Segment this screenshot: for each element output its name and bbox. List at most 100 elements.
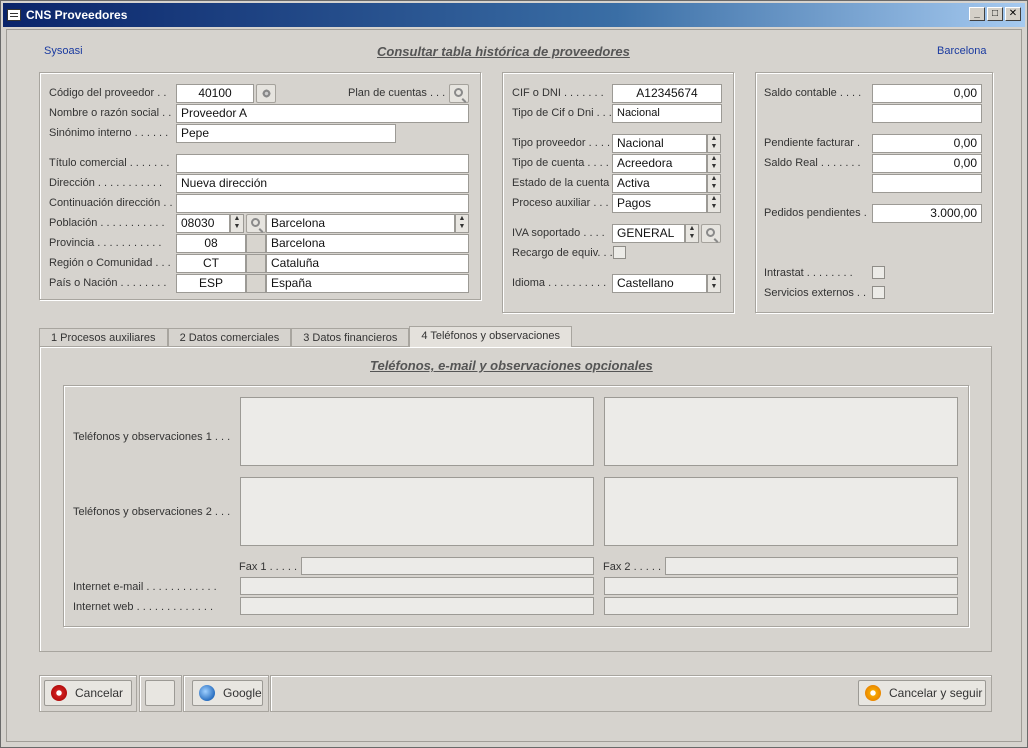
region-code-field[interactable]: CT: [176, 254, 246, 273]
vat-field[interactable]: GENERAL: [612, 224, 685, 243]
tab-datos-financieros[interactable]: 3 Datos financieros: [291, 328, 410, 347]
google-button-label: Google: [223, 686, 262, 700]
synonym-field[interactable]: Pepe: [176, 124, 396, 143]
region-lookup-button[interactable]: [246, 254, 266, 273]
continue-icon: [865, 685, 881, 701]
search-icon: [454, 88, 463, 97]
cif-type-label: Tipo de Cif o Dni . . .: [512, 107, 612, 119]
address-field[interactable]: Nueva dirección: [176, 174, 469, 193]
province-code-field[interactable]: 08: [176, 234, 246, 253]
tab-panel: Teléfonos, e-mail y observaciones opcion…: [39, 346, 992, 652]
search-icon: [706, 228, 715, 237]
account-type-label: Tipo de cuenta . . . .: [512, 157, 609, 169]
supplier-type-label: Tipo proveedor . . . .: [512, 137, 611, 149]
maximize-button[interactable]: □: [987, 7, 1003, 21]
aux-process-field[interactable]: Pagos: [612, 194, 707, 213]
country-lookup-button[interactable]: [246, 274, 266, 293]
address2-field[interactable]: [176, 194, 469, 213]
region-label: Región o Comunidad . . .: [49, 257, 171, 269]
blank-button[interactable]: [145, 680, 175, 706]
language-spinner[interactable]: ▲ ▼: [707, 274, 721, 293]
cancel-continue-button[interactable]: Cancelar y seguir: [858, 680, 986, 706]
external-services-label: Servicios externos . .: [764, 287, 867, 299]
name-field[interactable]: Proveedor A: [176, 104, 469, 123]
supplier-type-field[interactable]: Nacional: [612, 134, 707, 153]
app-icon: [7, 9, 21, 21]
vat-search-button[interactable]: [701, 224, 721, 243]
town-code-field[interactable]: 08030: [176, 214, 230, 233]
region-field[interactable]: Cataluña: [266, 254, 469, 273]
account-status-spinner[interactable]: ▲ ▼: [707, 174, 721, 193]
town-code-spinner[interactable]: ▲ ▼: [230, 214, 244, 233]
real-balance-field[interactable]: 0,00: [872, 154, 982, 173]
email-left-field[interactable]: [240, 577, 594, 595]
window-title: CNS Proveedores: [26, 8, 128, 22]
web-right-field[interactable]: [604, 597, 958, 615]
province-lookup-button[interactable]: [246, 234, 266, 253]
town-label: Población . . . . . . . . . . .: [49, 217, 165, 229]
phones-title: Teléfonos, e-mail y observaciones opcion…: [370, 358, 653, 373]
cancel-button[interactable]: Cancelar: [44, 680, 132, 706]
account-type-spinner[interactable]: ▲ ▼: [707, 154, 721, 173]
title-bar: CNS Proveedores _ □ ✕: [3, 3, 1025, 27]
trade-title-field[interactable]: [176, 154, 469, 173]
tab-procesos-auxiliares[interactable]: 1 Procesos auxiliares: [39, 328, 168, 347]
town-field[interactable]: Barcelona: [266, 214, 455, 233]
real-balance-extra-field[interactable]: [872, 174, 982, 193]
pending-invoice-field[interactable]: 0,00: [872, 134, 982, 153]
email-right-field[interactable]: [604, 577, 958, 595]
accounts-plan-search-button[interactable]: [449, 84, 469, 103]
web-left-field[interactable]: [240, 597, 594, 615]
app-window: CNS Proveedores _ □ ✕ Sysoasi Consultar …: [0, 0, 1028, 748]
town-spinner[interactable]: ▲ ▼: [455, 214, 469, 233]
vat-label: IVA soportado . . . .: [512, 227, 605, 239]
supplier-code-field[interactable]: 40100: [176, 84, 254, 103]
close-button[interactable]: ✕: [1005, 7, 1021, 21]
trade-title-label: Título comercial . . . . . . .: [49, 157, 170, 169]
code-label: Código del proveedor . .: [49, 87, 167, 99]
surcharge-checkbox[interactable]: [613, 246, 626, 259]
fax2-field[interactable]: [665, 557, 958, 575]
fax1-field[interactable]: [301, 557, 594, 575]
address-label: Dirección . . . . . . . . . . .: [49, 177, 163, 189]
obs2-label: Teléfonos y observaciones 2 . . .: [73, 506, 231, 518]
name-label: Nombre o razón social . .: [49, 107, 172, 119]
accounting-balance-extra-field[interactable]: [872, 104, 982, 123]
province-field[interactable]: Barcelona: [266, 234, 469, 253]
obs1-left-textarea[interactable]: [240, 397, 594, 466]
obs1-right-textarea[interactable]: [604, 397, 958, 466]
real-balance-label: Saldo Real . . . . . . .: [764, 157, 861, 169]
account-status-field[interactable]: Activa: [612, 174, 707, 193]
accounting-balance-field[interactable]: 0,00: [872, 84, 982, 103]
fax1-label: Fax 1 . . . . .: [239, 561, 298, 573]
town-search-button[interactable]: [246, 214, 266, 233]
google-button[interactable]: Google: [192, 680, 263, 706]
tab-telefonos-observaciones[interactable]: 4 Teléfonos y observaciones: [409, 326, 572, 347]
cancel-continue-label: Cancelar y seguir: [889, 686, 983, 700]
account-type-field[interactable]: Acreedora: [612, 154, 707, 173]
language-field[interactable]: Castellano: [612, 274, 707, 293]
intrastat-checkbox[interactable]: [872, 266, 885, 279]
cancel-icon: [51, 685, 67, 701]
pending-orders-field[interactable]: 3.000,00: [872, 204, 982, 223]
aux-process-spinner[interactable]: ▲ ▼: [707, 194, 721, 213]
supplier-lookup-button[interactable]: [256, 84, 276, 103]
obs2-right-textarea[interactable]: [604, 477, 958, 546]
search-icon: [251, 218, 260, 227]
minimize-button[interactable]: _: [969, 7, 985, 21]
email-label: Internet e-mail . . . . . . . . . . . .: [73, 581, 217, 593]
country-code-field[interactable]: ESP: [176, 274, 246, 293]
tab-datos-comerciales[interactable]: 2 Datos comerciales: [167, 328, 292, 347]
address2-label: Continuación dirección . .: [49, 197, 173, 209]
company-name: Sysoasi: [44, 45, 83, 57]
cif-type-field[interactable]: Nacional: [612, 104, 722, 123]
accounts-plan-label: Plan de cuentas . . .: [348, 87, 446, 99]
obs2-left-textarea[interactable]: [240, 477, 594, 546]
gear-icon: [262, 89, 271, 98]
country-label: País o Nación . . . . . . . .: [49, 277, 167, 289]
country-field[interactable]: España: [266, 274, 469, 293]
vat-spinner[interactable]: ▲ ▼: [685, 224, 699, 243]
external-services-checkbox[interactable]: [872, 286, 885, 299]
cif-field[interactable]: A12345674: [612, 84, 722, 103]
supplier-type-spinner[interactable]: ▲ ▼: [707, 134, 721, 153]
